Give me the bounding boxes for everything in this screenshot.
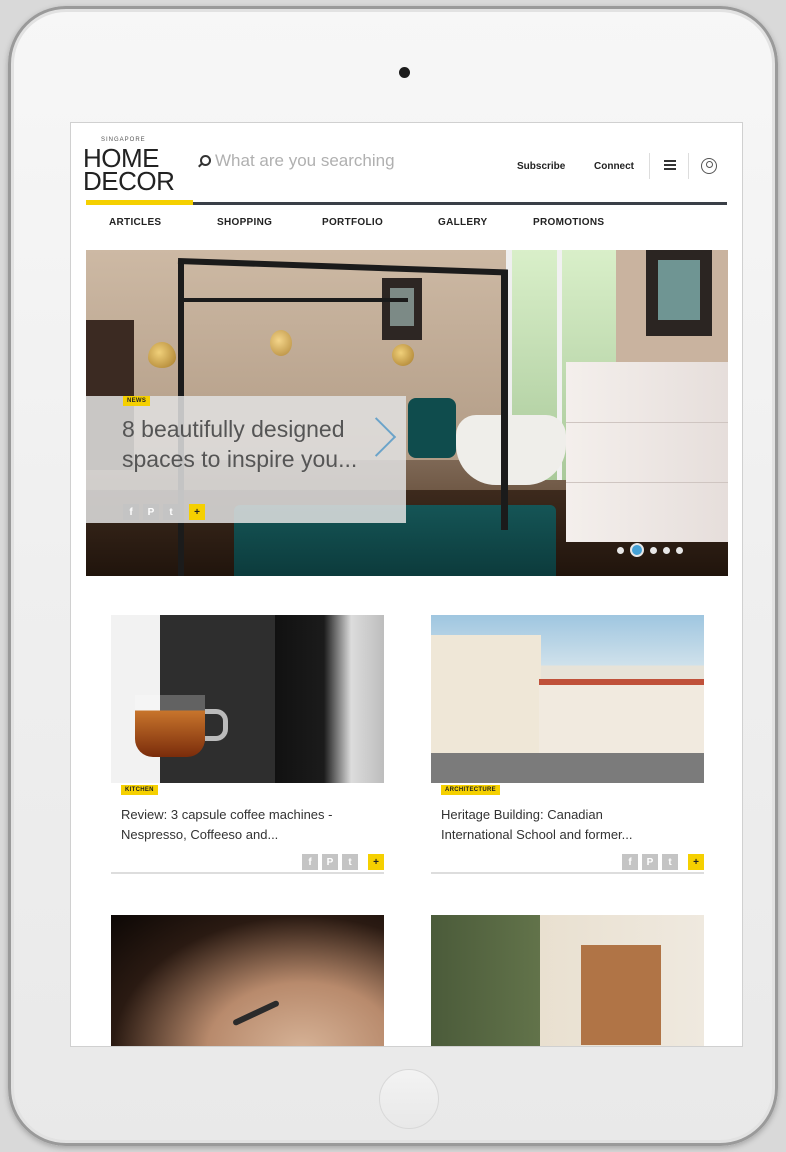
article-card[interactable] [431,915,704,1046]
menu-icon[interactable] [664,160,676,170]
twitter-icon[interactable]: t [163,504,179,520]
article-title-line: Heritage Building: Canadian [441,807,603,822]
share-buttons: f P t + [622,854,704,870]
plus-icon[interactable]: + [189,504,205,520]
slider-dot[interactable] [650,546,657,554]
article-image[interactable] [431,615,704,783]
site-logo[interactable]: SINGAPORE HOME DECOR [83,137,175,196]
share-buttons: f P t + [302,854,384,870]
header-divider [688,153,689,179]
hero-caption[interactable]: NEWS 8 beautifully designed spaces to in… [86,396,406,523]
pinterest-icon[interactable]: P [642,854,658,870]
article-title-line: International School and former... [441,827,633,842]
card-divider [111,872,384,874]
pinterest-icon[interactable]: P [143,504,159,520]
facebook-icon[interactable]: f [302,854,318,870]
nav-shopping[interactable]: SHOPPING [217,217,272,228]
twitter-icon[interactable]: t [662,854,678,870]
article-image[interactable] [431,915,704,1046]
hero-category-tag[interactable]: NEWS [123,396,151,406]
share-buttons: f P t + [123,504,205,520]
nav-portfolio[interactable]: PORTFOLIO [322,217,383,228]
slider-dot[interactable] [617,546,624,554]
article-title[interactable]: Review: 3 capsule coffee machines - Nesp… [121,805,376,845]
facebook-icon[interactable]: f [123,504,139,520]
search-input[interactable] [215,151,455,171]
slider-dot[interactable] [676,546,683,554]
card-divider [431,872,704,874]
user-account-icon[interactable] [701,158,717,174]
header-divider [649,153,650,179]
home-button[interactable] [379,1069,439,1129]
slider-dot-active[interactable] [630,543,644,557]
article-image[interactable] [111,915,384,1046]
article-title-line: Review: 3 capsule coffee machines - [121,807,333,822]
plus-icon[interactable]: + [368,854,384,870]
search-bar[interactable] [198,151,455,171]
subscribe-link[interactable]: Subscribe [517,161,565,172]
plus-icon[interactable]: + [688,854,704,870]
nav-gallery[interactable]: GALLERY [438,217,488,228]
category-tag[interactable]: KITCHEN [121,785,158,795]
facebook-icon[interactable]: f [622,854,638,870]
search-icon[interactable] [198,155,211,167]
nav-active-indicator [86,200,193,205]
article-title-line: Nespresso, Coffeeso and... [121,827,279,842]
article-title[interactable]: Heritage Building: Canadian Internationa… [441,805,696,845]
chevron-right-icon[interactable] [368,418,392,458]
hero-title-line: spaces to inspire you... [122,446,358,472]
article-card[interactable]: KITCHEN Review: 3 capsule coffee machine… [111,615,384,874]
article-image[interactable] [111,615,384,783]
pinterest-icon[interactable]: P [322,854,338,870]
nav-articles[interactable]: ARTICLES [109,217,161,228]
hero-title-line: 8 beautifully designed [122,416,345,442]
logo-line-decor: DECOR [83,166,175,196]
category-tag[interactable]: ARCHITECTURE [441,785,500,795]
hero-title[interactable]: 8 beautifully designed spaces to inspire… [122,414,382,474]
tablet-frame: SINGAPORE HOME DECOR Subscribe Connect A… [8,6,778,1146]
article-card[interactable] [111,915,384,1046]
slider-dot[interactable] [663,546,670,554]
nav-promotions[interactable]: PROMOTIONS [533,217,604,228]
screen: SINGAPORE HOME DECOR Subscribe Connect A… [71,123,742,1046]
camera-lens [399,67,410,78]
twitter-icon[interactable]: t [342,854,358,870]
article-card[interactable]: ARCHITECTURE Heritage Building: Canadian… [431,615,704,874]
hero-slider[interactable]: NEWS 8 beautifully designed spaces to in… [86,250,728,576]
slider-pagination [617,543,683,557]
connect-link[interactable]: Connect [594,161,634,172]
